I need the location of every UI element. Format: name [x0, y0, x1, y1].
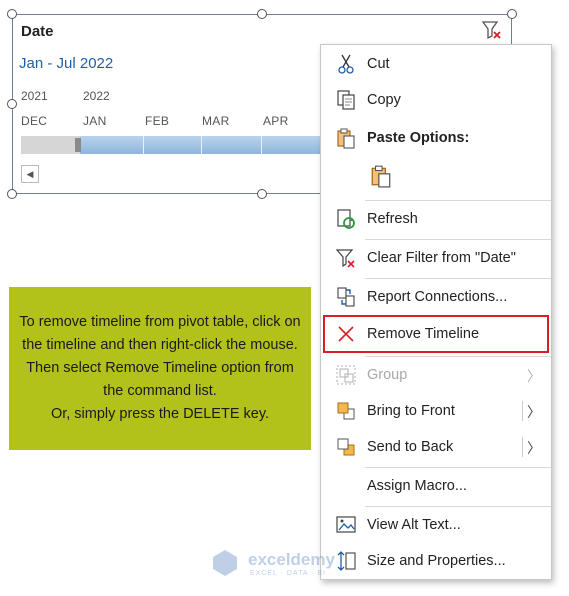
- menu-item-label: Refresh: [367, 211, 418, 227]
- menu-item-label: Size and Properties...: [367, 553, 506, 569]
- menu-item-copy[interactable]: Copy: [321, 83, 551, 117]
- group-icon: [335, 364, 357, 386]
- watermark-logo: exceldemy EXCEL · DATA · BI: [210, 548, 360, 584]
- menu-item-label: Copy: [367, 92, 401, 108]
- clear-filter-icon: [335, 247, 357, 269]
- watermark-name: exceldemy: [248, 550, 335, 569]
- menu-item-label: View Alt Text...: [367, 517, 461, 533]
- resize-handle[interactable]: [7, 9, 17, 19]
- month-label: APR: [263, 114, 289, 128]
- menu-item-label: Clear Filter from "Date": [367, 250, 516, 266]
- menu-item-report-connections[interactable]: Report Connections...: [321, 280, 551, 314]
- resize-handle[interactable]: [257, 9, 267, 19]
- context-menu: Cut Copy Paste Options: Refresh Clear Fi…: [320, 44, 552, 580]
- split-divider: [522, 401, 523, 421]
- menu-item-group: Group 〉: [321, 358, 551, 392]
- timeline-period-divider: [261, 136, 262, 154]
- split-divider: [522, 437, 523, 457]
- timeline-period-divider: [201, 136, 202, 154]
- menu-item-label: Assign Macro...: [367, 478, 467, 494]
- menu-item-send-to-back[interactable]: Send to Back 〉: [321, 430, 551, 464]
- menu-divider: [365, 467, 551, 468]
- watermark-tagline: EXCEL · DATA · BI: [250, 570, 326, 577]
- resize-handle[interactable]: [7, 99, 17, 109]
- timeline-period-divider: [143, 136, 144, 154]
- scroll-left-button[interactable]: ◀: [21, 165, 39, 183]
- chevron-right-icon[interactable]: 〉: [527, 402, 541, 422]
- resize-handle[interactable]: [7, 189, 17, 199]
- menu-item-assign-macro[interactable]: Assign Macro...: [321, 469, 551, 503]
- bring-front-icon: [335, 400, 357, 422]
- timeline-range-label: Jan - Jul 2022: [19, 55, 114, 72]
- paste-icon: [335, 127, 357, 149]
- menu-item-remove-timeline[interactable]: Remove Timeline: [321, 317, 551, 351]
- menu-item-label: Paste Options:: [367, 130, 470, 146]
- scissors-icon: [335, 53, 357, 75]
- menu-item-label: Group: [367, 367, 408, 383]
- timeline-range-handle[interactable]: [75, 138, 81, 152]
- instruction-text: To remove timeline from pivot table, cli…: [19, 314, 301, 422]
- menu-item-label: Remove Timeline: [367, 326, 480, 342]
- menu-item-refresh[interactable]: Refresh: [321, 202, 551, 236]
- menu-item-view-alt-text[interactable]: View Alt Text...: [321, 508, 551, 542]
- resize-handle[interactable]: [257, 189, 267, 199]
- menu-divider: [365, 239, 551, 240]
- instruction-note: To remove timeline from pivot table, cli…: [9, 287, 311, 450]
- menu-divider: [365, 278, 551, 279]
- month-label: FEB: [145, 114, 170, 128]
- resize-handle[interactable]: [507, 9, 517, 19]
- menu-divider: [365, 200, 551, 201]
- paste-option-button[interactable]: [321, 160, 551, 194]
- timeline-title: Date: [21, 23, 54, 40]
- menu-item-label: Send to Back: [367, 439, 454, 455]
- menu-item-label: Report Connections...: [367, 289, 508, 305]
- menu-item-bring-to-front[interactable]: Bring to Front 〉: [321, 394, 551, 428]
- month-label: MAR: [202, 114, 230, 128]
- year-label: 2021: [21, 89, 48, 103]
- send-back-icon: [335, 436, 357, 458]
- exceldemy-logo-icon: [213, 550, 237, 576]
- alt-text-icon: [335, 514, 357, 536]
- menu-item-clear-filter[interactable]: Clear Filter from "Date": [321, 241, 551, 275]
- remove-x-icon: [335, 323, 357, 345]
- chevron-right-icon: 〉: [527, 368, 541, 384]
- report-connections-icon: [335, 286, 357, 308]
- month-label: JAN: [83, 114, 107, 128]
- menu-item-label: Cut: [367, 56, 390, 72]
- chevron-right-icon[interactable]: 〉: [527, 438, 541, 458]
- menu-divider: [365, 506, 551, 507]
- month-label: DEC: [21, 114, 48, 128]
- year-label: 2022: [83, 89, 110, 103]
- copy-icon: [335, 89, 357, 111]
- menu-item-label: Bring to Front: [367, 403, 455, 419]
- clear-filter-icon[interactable]: [481, 19, 503, 41]
- refresh-icon: [335, 208, 357, 230]
- menu-divider: [365, 356, 551, 357]
- menu-item-paste-options: Paste Options:: [321, 121, 551, 155]
- paste-icon: [369, 164, 391, 188]
- menu-item-cut[interactable]: Cut: [321, 47, 551, 81]
